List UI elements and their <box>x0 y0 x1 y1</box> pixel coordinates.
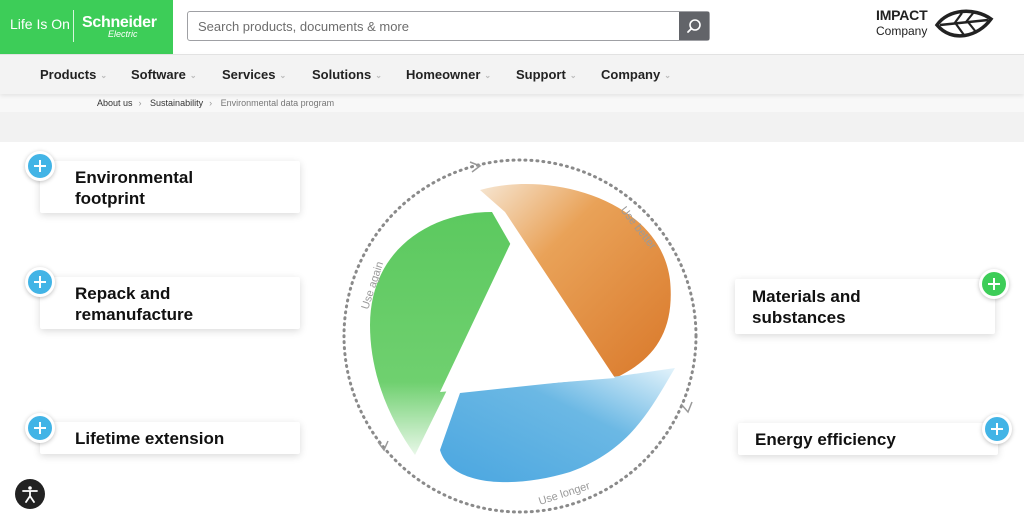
card-lifetime-extension[interactable]: Lifetime extension <box>40 422 300 454</box>
breadcrumb-link-sustainability[interactable]: Sustainability <box>150 98 203 108</box>
site-header: Life Is On Schneider Electric IMPACT Com… <box>0 0 1024 54</box>
plus-icon[interactable] <box>25 413 55 443</box>
card-materials-substances[interactable]: Materials and substances <box>735 279 995 334</box>
card-title-line1: Lifetime extension <box>75 429 225 448</box>
nav-item-services[interactable]: Services ⌄ <box>222 67 286 82</box>
plus-icon[interactable] <box>979 269 1009 299</box>
chevron-down-icon: ⌄ <box>279 71 287 80</box>
nav-label: Homeowner <box>406 67 481 82</box>
ring-arrow-right <box>680 401 693 414</box>
breadcrumb-link-about[interactable]: About us <box>97 98 133 108</box>
chevron-down-icon: ⌄ <box>569 71 577 80</box>
card-title-line2: remanufacture <box>75 305 194 324</box>
search-box <box>187 11 710 41</box>
nav-label: Company <box>601 67 661 82</box>
chevron-down-icon: ⌄ <box>189 71 197 80</box>
breadcrumb: About us › Sustainability › Environmental … <box>97 98 340 108</box>
nav-item-solutions[interactable]: Solutions ⌄ <box>312 67 382 82</box>
card-title-line1: Energy efficiency <box>755 430 896 449</box>
search-icon <box>687 19 701 33</box>
breadcrumb-current: Environmental data program <box>220 98 335 108</box>
nav-item-software[interactable]: Software ⌄ <box>131 67 197 82</box>
nav-label: Services <box>222 67 276 82</box>
card-title-line2: substances <box>752 308 846 327</box>
nav-label: Solutions <box>312 67 372 82</box>
nav-item-products[interactable]: Products ⌄ <box>40 67 107 82</box>
card-title-line1: Repack and <box>75 284 171 303</box>
schneider-logo[interactable]: Life Is On Schneider Electric <box>0 0 173 54</box>
plus-icon[interactable] <box>25 267 55 297</box>
card-repack-remanufacture[interactable]: Repack and remanufacture <box>40 277 300 329</box>
card-environmental-footprint[interactable]: Environmental footprint <box>40 161 300 213</box>
impact-subtitle: Company <box>876 24 928 38</box>
hero-band <box>0 112 1024 142</box>
impact-title: IMPACT <box>876 7 928 23</box>
logo-brand-sub: Electric <box>108 29 138 39</box>
chevron-down-icon: ⌄ <box>375 71 382 80</box>
nav-item-company[interactable]: Company ⌄ <box>601 67 671 82</box>
card-energy-efficiency[interactable]: Energy efficiency <box>738 423 998 455</box>
nav-label: Software <box>131 67 186 82</box>
chevron-down-icon: ⌄ <box>100 71 108 80</box>
chevron-down-icon: ⌄ <box>664 71 671 80</box>
impact-company-logo[interactable]: IMPACT Company <box>876 4 994 48</box>
main-nav: Products ⌄ Software ⌄ Services ⌄ Solutions ⌄… <box>0 54 1024 94</box>
accessibility-icon <box>22 486 38 503</box>
nav-label: Support <box>516 67 566 82</box>
logo-tagline: Life Is On <box>10 16 70 32</box>
breadcrumb-separator: › <box>209 98 213 108</box>
breadcrumb-separator: › <box>138 98 142 108</box>
plus-icon[interactable] <box>982 414 1012 444</box>
nav-label: Products <box>40 67 97 82</box>
card-title-line1: Environmental <box>75 168 194 187</box>
card-title-line2: footprint <box>75 189 145 208</box>
card-title-line1: Materials and <box>752 287 861 306</box>
nav-item-support[interactable]: Support ⌄ <box>516 67 577 82</box>
circularity-diagram: Use better Use again Use longer <box>342 158 698 514</box>
chevron-down-icon: ⌄ <box>484 71 492 80</box>
search-button[interactable] <box>679 12 709 40</box>
logo-divider <box>73 10 74 42</box>
plus-icon[interactable] <box>25 151 55 181</box>
cycle-label-use-longer: Use longer <box>537 480 592 508</box>
nav-item-homeowner[interactable]: Homeowner ⌄ <box>406 67 491 82</box>
leaf-icon <box>934 9 994 38</box>
search-input[interactable] <box>188 12 680 40</box>
accessibility-button[interactable] <box>15 479 45 509</box>
